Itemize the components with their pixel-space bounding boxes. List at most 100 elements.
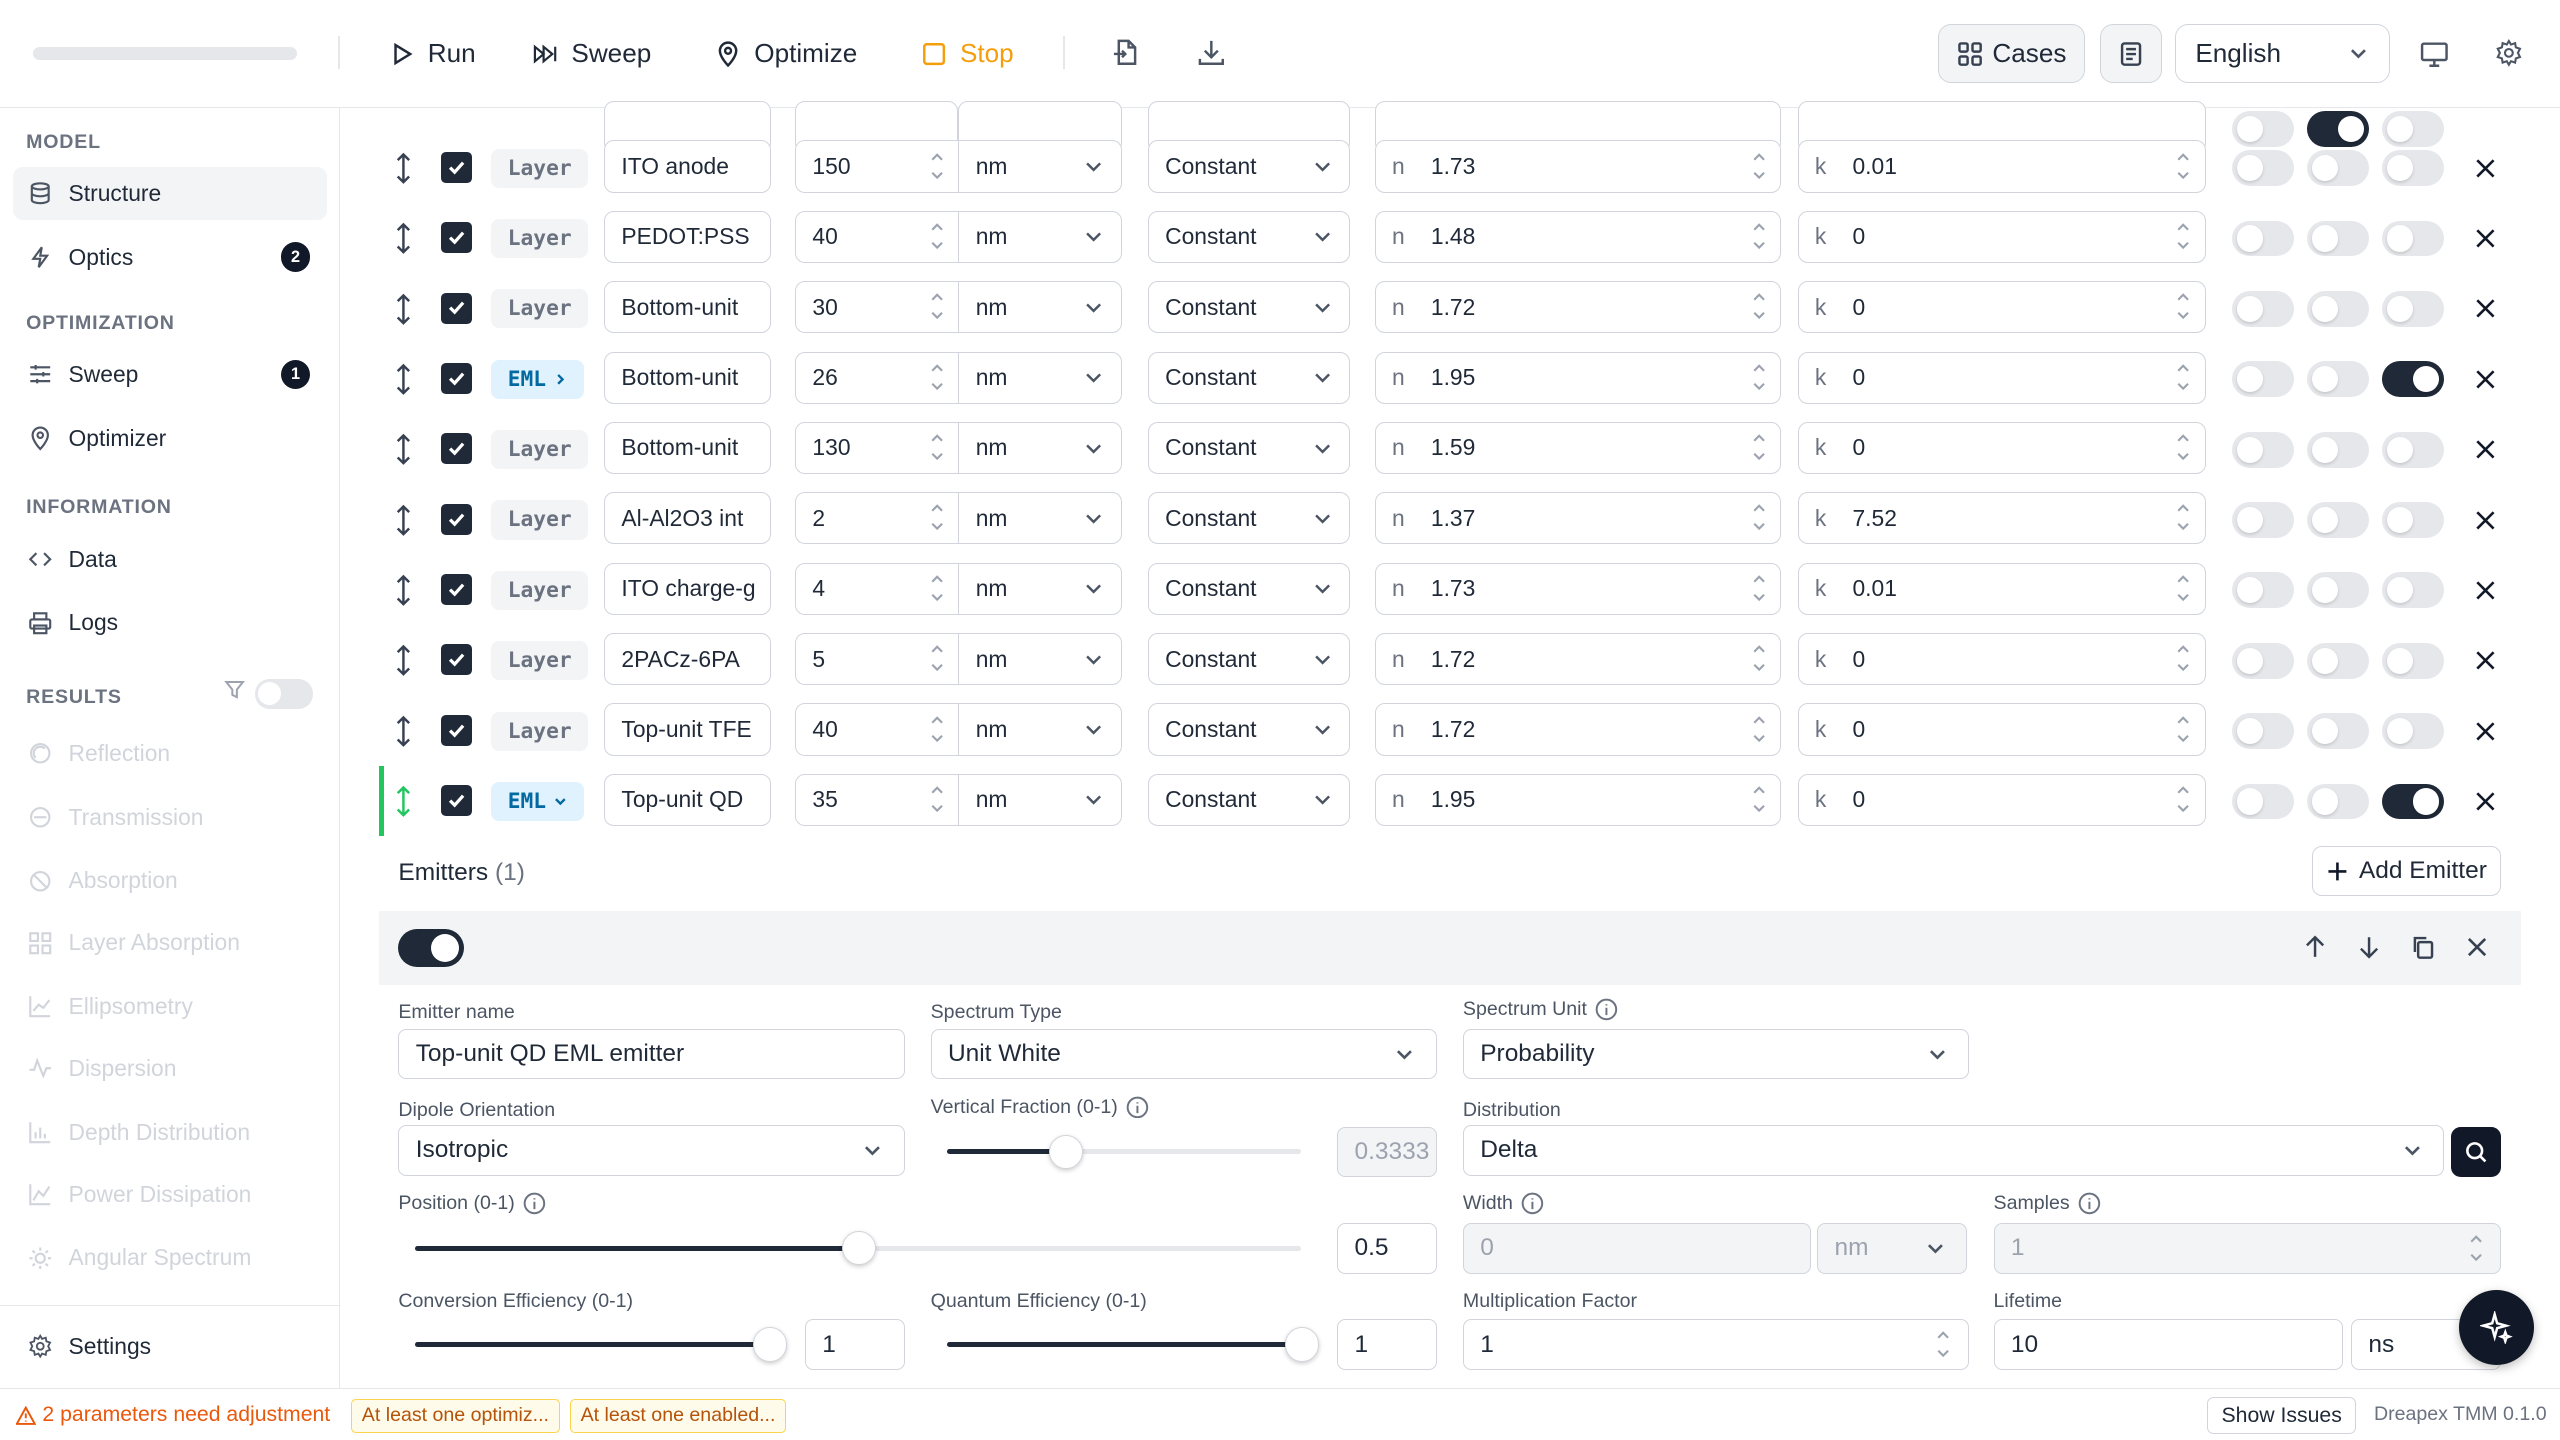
row-toggle-2[interactable]	[2306, 642, 2370, 679]
row-toggle-1[interactable]	[2231, 220, 2294, 257]
model-select[interactable]: Constant	[1147, 632, 1351, 686]
model-select[interactable]: Constant	[1147, 421, 1351, 475]
show-issues-button[interactable]: Show Issues	[2207, 1396, 2356, 1435]
layer-enabled-checkbox[interactable]	[440, 151, 472, 183]
n-input[interactable]: n 1.95	[1374, 773, 1782, 826]
spectrum-unit-select[interactable]: Probability	[1462, 1028, 1970, 1080]
close-icon[interactable]	[2474, 720, 2497, 743]
thickness-input[interactable]: 40	[795, 210, 959, 263]
quantum-efficiency-input[interactable]: 1	[1337, 1319, 1437, 1370]
row-toggle-2[interactable]	[2306, 783, 2370, 820]
row-toggle-2[interactable]	[2306, 290, 2370, 327]
thickness-input[interactable]: 4	[795, 562, 959, 615]
n-input[interactable]: n 1.72	[1374, 703, 1782, 756]
model-select[interactable]: Constant	[1147, 140, 1351, 193]
layer-name-input[interactable]: Top-unit TFE	[604, 703, 771, 756]
sidebar-item-ellipsometry[interactable]: Ellipsometry	[13, 980, 326, 1034]
close-icon[interactable]	[2474, 157, 2497, 180]
row-toggle-1[interactable]	[2231, 783, 2294, 820]
n-input[interactable]: n 1.59	[1374, 421, 1782, 475]
emitter-toggle[interactable]	[2382, 502, 2445, 538]
drag-handle-icon[interactable]	[392, 785, 415, 818]
thickness-input[interactable]: 2	[795, 492, 959, 545]
spectrum-type-select[interactable]: Unit White	[930, 1028, 1437, 1080]
sidebar-item-depth-distribution[interactable]: Depth Distribution	[13, 1105, 326, 1159]
drag-handle-icon[interactable]	[392, 504, 415, 537]
row-toggle-2[interactable]	[2306, 572, 2370, 609]
slider-handle[interactable]	[752, 1327, 787, 1362]
row-toggle-1[interactable]	[2231, 642, 2294, 679]
layer-name-input[interactable]: ITO anode	[604, 140, 771, 193]
model-select[interactable]: Constant	[1147, 351, 1351, 404]
layer-enabled-checkbox[interactable]	[440, 362, 472, 394]
layer-enabled-checkbox[interactable]	[440, 574, 472, 606]
sidebar-item-layer-absorption[interactable]: Layer Absorption	[13, 916, 326, 970]
position-input[interactable]: 0.5	[1337, 1222, 1437, 1274]
layer-enabled-checkbox[interactable]	[440, 292, 472, 324]
thickness-input[interactable]: 26	[795, 351, 959, 404]
k-input[interactable]: k 0.01	[1797, 562, 2206, 615]
emitter-enabled-toggle[interactable]	[398, 928, 464, 967]
thickness-input[interactable]: 35	[795, 773, 959, 826]
conversion-efficiency-input[interactable]: 1	[804, 1319, 905, 1370]
unit-select[interactable]: nm	[958, 140, 1122, 193]
emitter-toggle[interactable]	[2382, 642, 2445, 679]
layer-enabled-checkbox[interactable]	[440, 644, 472, 676]
sidebar-item-optimizer[interactable]: Optimizer	[13, 411, 326, 465]
slider-handle[interactable]	[1284, 1327, 1320, 1362]
unit-select[interactable]: nm	[958, 351, 1122, 404]
thickness-input[interactable]: 40	[795, 703, 959, 756]
unit-select[interactable]: nm	[958, 703, 1122, 756]
row-toggle-2[interactable]	[2306, 220, 2370, 257]
row-toggle-1[interactable]	[2231, 502, 2294, 538]
gear-icon[interactable]	[2495, 39, 2523, 67]
distribution-select[interactable]: Delta	[1462, 1124, 2445, 1176]
close-icon[interactable]	[2474, 438, 2497, 461]
ai-assistant-button[interactable]	[2458, 1289, 2534, 1365]
info-icon[interactable]	[1126, 1096, 1149, 1119]
row-toggle-2[interactable]	[2306, 502, 2370, 538]
position-slider[interactable]	[414, 1231, 1302, 1266]
row-toggle-2[interactable]	[2306, 431, 2370, 468]
emitter-toggle[interactable]	[2382, 290, 2445, 327]
close-icon[interactable]	[2474, 579, 2497, 602]
k-input[interactable]: k 7.52	[1797, 492, 2206, 545]
unit-select[interactable]: nm	[958, 281, 1122, 334]
unit-select[interactable]: nm	[958, 210, 1122, 263]
emitter-toggle[interactable]	[2382, 572, 2445, 609]
close-icon[interactable]	[2474, 509, 2497, 532]
row-toggle-1[interactable]	[2231, 713, 2294, 750]
quantum-efficiency-slider[interactable]	[946, 1327, 1320, 1362]
close-icon[interactable]	[2474, 227, 2497, 250]
sidebar-item-data[interactable]: Data	[13, 532, 326, 586]
copy-icon[interactable]	[2410, 934, 2436, 960]
model-select[interactable]: Constant	[1147, 492, 1351, 545]
sidebar-item-settings[interactable]: Settings	[13, 1319, 326, 1373]
import-file-icon[interactable]	[1109, 36, 1142, 69]
sidebar-item-optics[interactable]: Optics 2	[13, 230, 326, 284]
layer-type-tag[interactable]: EML	[491, 781, 584, 822]
issue-chip[interactable]: At least one enabled...	[569, 1398, 787, 1433]
n-input[interactable]: n 1.48	[1374, 210, 1782, 263]
unit-select[interactable]: nm	[958, 632, 1122, 686]
conversion-efficiency-slider[interactable]	[414, 1327, 787, 1362]
n-input[interactable]: n 1.95	[1374, 351, 1782, 404]
sidebar-item-reflection[interactable]: Reflection	[13, 727, 326, 781]
results-filter-toggle[interactable]	[254, 679, 314, 709]
sidebar-item-dispersion[interactable]: Dispersion	[13, 1042, 326, 1096]
sidebar-item-sweep[interactable]: Sweep 1	[13, 348, 326, 402]
emitter-toggle[interactable]	[2382, 220, 2445, 257]
slider-handle[interactable]	[841, 1231, 876, 1266]
k-input[interactable]: k0	[1797, 421, 2206, 475]
close-icon[interactable]	[2474, 790, 2497, 813]
drag-handle-icon[interactable]	[392, 715, 415, 748]
arrow-down-icon[interactable]	[2356, 934, 2382, 960]
row-toggle-1[interactable]	[2231, 431, 2294, 468]
monitor-icon[interactable]	[2418, 38, 2451, 71]
k-input[interactable]: k0	[1797, 773, 2206, 826]
sidebar-item-power-dissipation[interactable]: Power Dissipation	[13, 1167, 326, 1221]
distribution-search-button[interactable]	[2450, 1126, 2502, 1178]
layer-type-tag[interactable]: EML	[491, 359, 584, 399]
close-icon[interactable]	[2474, 649, 2497, 672]
slider-handle[interactable]	[1048, 1134, 1083, 1169]
